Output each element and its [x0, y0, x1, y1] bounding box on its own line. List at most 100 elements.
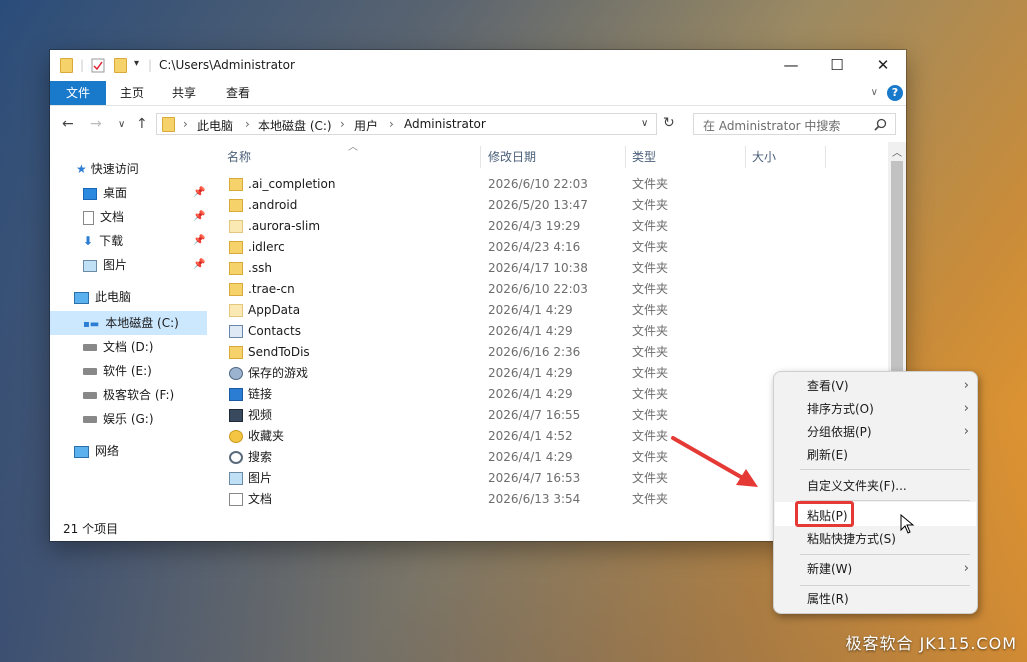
file-name: Contacts	[248, 324, 301, 338]
maximize-button[interactable]: ☐	[814, 50, 860, 81]
minimize-button[interactable]: —	[768, 50, 814, 81]
pin-icon: 📌	[193, 259, 206, 270]
file-row[interactable]: .ai_completion 2026/6/10 22:03 文件夹	[220, 174, 888, 195]
item-count: 21 个项目	[63, 522, 119, 536]
chevron-down-icon[interactable]: ▾	[134, 58, 139, 74]
file-row[interactable]: .ssh 2026/4/17 10:38 文件夹	[220, 258, 888, 279]
video-icon	[229, 409, 243, 422]
breadcrumb-separator[interactable]: ›	[340, 117, 345, 131]
scroll-up-icon[interactable]: ︿	[892, 144, 902, 159]
file-row[interactable]: .trae-cn 2026/6/10 22:03 文件夹	[220, 279, 888, 300]
address-dropdown-icon[interactable]: ∨	[641, 118, 648, 129]
file-row[interactable]: .android 2026/5/20 13:47 文件夹	[220, 195, 888, 216]
context-menu-item[interactable]: 刷新(E)	[774, 444, 977, 466]
menu-item-label: 自定义文件夹(F)...	[807, 479, 907, 493]
file-name: .aurora-slim	[248, 219, 321, 233]
column-divider[interactable]	[825, 146, 826, 168]
document-icon	[83, 210, 94, 225]
file-type: 文件夹	[632, 177, 669, 191]
tab-file[interactable]: 文件	[50, 81, 106, 105]
nav-documents[interactable]: 文档 📌	[83, 206, 207, 228]
context-menu: 查看(V) › 排序方式(O) › 分组依据(P) › 刷新(E) 自定义文件夹(F)... 粘…	[773, 371, 978, 614]
up-icon[interactable]: ↑	[136, 116, 148, 132]
window-title: C:\Users\Administrator	[159, 58, 295, 72]
close-button[interactable]: ✕	[860, 50, 906, 81]
breadcrumb-drive-c[interactable]: 本地磁盘 (C:)	[258, 117, 332, 134]
nav-drive-d[interactable]: 文档 (D:)	[83, 336, 153, 358]
file-date: 2026/4/1 4:29	[488, 303, 573, 317]
column-header-name[interactable]: 名称	[227, 142, 251, 172]
nav-drive-c[interactable]: ▪▬ 本地磁盘 (C:)	[83, 312, 179, 334]
column-header-size[interactable]: 大小	[752, 142, 776, 172]
nav-this-pc[interactable]: 此电脑	[74, 286, 131, 308]
title-bar: | ▾ | C:\Users\Administrator — ☐ ✕	[50, 50, 906, 81]
file-type: 文件夹	[632, 366, 669, 380]
context-menu-item[interactable]: 粘贴快捷方式(S)	[774, 528, 977, 550]
breadcrumb-separator[interactable]: ›	[183, 117, 188, 131]
column-divider[interactable]	[625, 146, 626, 168]
file-date: 2026/4/1 4:29	[488, 366, 573, 380]
nav-quick-access[interactable]: ★ 快速访问	[76, 158, 139, 180]
expand-ribbon-icon[interactable]: ∨	[871, 81, 878, 105]
breadcrumb-separator[interactable]: ›	[245, 117, 250, 131]
column-header-date[interactable]: 修改日期	[488, 142, 536, 172]
breadcrumb-users[interactable]: 用户	[354, 117, 378, 134]
file-date: 2026/4/7 16:53	[488, 471, 581, 485]
tab-view[interactable]: 查看	[226, 81, 250, 105]
context-menu-item[interactable]: 属性(R)	[774, 588, 977, 610]
context-menu-item[interactable]: 自定义文件夹(F)...	[774, 475, 977, 497]
download-icon: ⬇	[83, 234, 94, 248]
search-icon[interactable]	[874, 118, 887, 131]
new-folder-icon[interactable]	[114, 58, 127, 74]
breadcrumb-administrator[interactable]: Administrator	[404, 117, 486, 131]
column-header-type[interactable]: 类型	[632, 142, 656, 172]
folder-icon	[229, 283, 243, 296]
menu-item-label: 粘贴快捷方式(S)	[807, 532, 896, 546]
column-divider[interactable]	[480, 146, 481, 168]
nav-desktop[interactable]: 桌面 📌	[83, 182, 207, 204]
file-row[interactable]: AppData 2026/4/1 4:29 文件夹	[220, 300, 888, 321]
nav-drive-f[interactable]: 极客软合 (F:)	[83, 384, 174, 406]
drive-icon	[83, 344, 97, 351]
context-menu-item[interactable]: 查看(V) ›	[774, 375, 977, 397]
ribbon-tabs: 文件 主页 共享 查看 ∨ ?	[50, 81, 906, 106]
nav-drive-g[interactable]: 娱乐 (G:)	[83, 408, 154, 430]
tab-share[interactable]: 共享	[172, 81, 196, 105]
nav-drive-e[interactable]: 软件 (E:)	[83, 360, 152, 382]
forward-icon[interactable]: →	[90, 116, 102, 132]
recent-locations-icon[interactable]: ∨	[118, 119, 125, 130]
refresh-icon[interactable]: ↻	[663, 115, 675, 131]
file-row[interactable]: Contacts 2026/4/1 4:29 文件夹	[220, 321, 888, 342]
file-row[interactable]: SendToDis 2026/6/16 2:36 文件夹	[220, 342, 888, 363]
file-row[interactable]: .idlerc 2026/4/23 4:16 文件夹	[220, 237, 888, 258]
context-menu-item[interactable]: 排序方式(O) ›	[774, 398, 977, 420]
help-icon[interactable]: ?	[887, 85, 903, 101]
context-menu-item[interactable]: 新建(W) ›	[774, 558, 977, 580]
folder-icon	[229, 241, 243, 254]
tab-home[interactable]: 主页	[120, 81, 144, 105]
column-divider[interactable]	[745, 146, 746, 168]
menu-separator	[800, 554, 970, 555]
nav-network[interactable]: 网络	[74, 440, 119, 462]
menu-item-label: 分组依据(P)	[807, 425, 872, 439]
menu-separator	[800, 469, 970, 470]
search-input[interactable]: 在 Administrator 中搜索	[693, 113, 896, 135]
breadcrumb-separator[interactable]: ›	[389, 117, 394, 131]
context-menu-item[interactable]: 分组依据(P) ›	[774, 421, 977, 443]
document-icon	[229, 493, 243, 506]
nav-downloads[interactable]: ⬇ 下载 📌	[83, 230, 207, 252]
properties-icon[interactable]	[91, 58, 105, 74]
file-row[interactable]: .aurora-slim 2026/4/3 19:29 文件夹	[220, 216, 888, 237]
file-type: 文件夹	[632, 282, 669, 296]
back-icon[interactable]: ←	[62, 116, 74, 132]
scrollbar-thumb[interactable]	[891, 161, 903, 381]
file-name: 搜索	[248, 450, 273, 464]
file-date: 2026/4/7 16:55	[488, 408, 581, 422]
breadcrumb-this-pc[interactable]: 此电脑	[197, 117, 233, 134]
file-type: 文件夹	[632, 303, 669, 317]
file-date: 2026/4/1 4:29	[488, 450, 573, 464]
file-date: 2026/4/3 19:29	[488, 219, 581, 233]
nav-pictures[interactable]: 图片 📌	[83, 254, 207, 276]
drive-icon	[83, 416, 97, 423]
address-bar[interactable]: › 此电脑 › 本地磁盘 (C:) › 用户 › Administrator ∨	[156, 113, 657, 135]
